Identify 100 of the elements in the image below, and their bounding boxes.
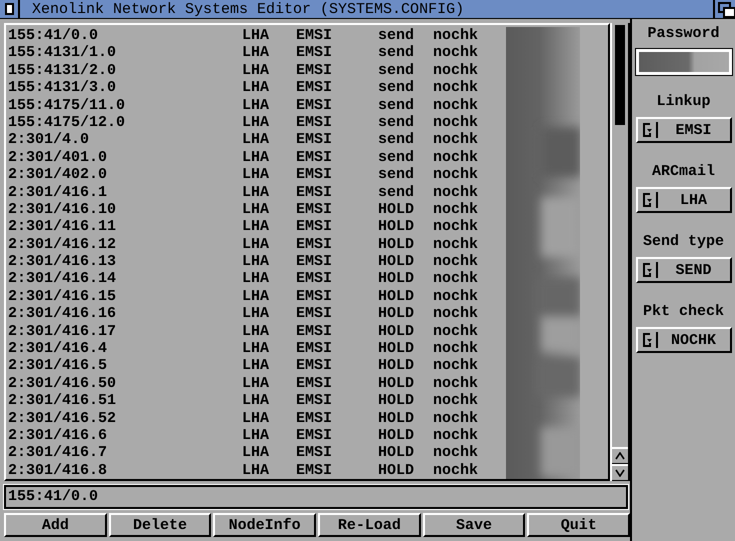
address-cell-text: 2:301/416.1 — [8, 184, 108, 201]
address-cell-text: 155:4131/3.0 — [8, 79, 118, 97]
send-type-cell-text: HOLD — [378, 357, 416, 375]
cycle-button[interactable]: NOCHK — [636, 327, 732, 353]
pkt-check-cell-text: nochk — [433, 218, 480, 236]
linkup-cell-text: EMSI — [296, 340, 334, 358]
send-type-cell-text: HOLD — [378, 462, 416, 480]
pkt-check-cell-text: nochk — [433, 200, 480, 218]
pkt-check-cell-text: nochk — [433, 392, 480, 410]
send-type-cell-text: HOLD — [378, 426, 416, 444]
pkt-check-cell-text: nochk — [433, 114, 480, 132]
address-field[interactable]: 155:41/0.0 — [4, 485, 628, 509]
address-cell-text: 155:4131/1.0 — [8, 44, 118, 62]
send-type-cell-text: HOLD — [378, 392, 416, 410]
arcmail-cell-text: LHA — [242, 236, 270, 254]
linkup-cell-text: EMSI — [296, 410, 334, 427]
address-cell-text: 2:301/416.15 — [8, 288, 118, 306]
arcmail-cell-text: LHA — [242, 374, 270, 392]
action-button[interactable]: Delete — [108, 513, 212, 537]
arcmail-cell-text: LHA — [242, 62, 270, 80]
arcmail-cell-text: LHA — [242, 200, 270, 218]
send-type-cell-text: HOLD — [378, 253, 416, 270]
address-cell-text: 2:301/416.50 — [8, 374, 118, 392]
send-type-cell-text: HOLD — [378, 444, 416, 462]
send-type-cell-text: HOLD — [378, 270, 416, 288]
arcmail-cell-text: LHA — [242, 79, 270, 97]
pkt-check-cell-text: nochk — [433, 253, 480, 270]
address-cell-text: 2:301/416.11 — [8, 218, 118, 236]
scrollbar[interactable] — [610, 23, 630, 481]
address-cell-text: 155:4131/2.0 — [8, 62, 118, 80]
cycle-icon — [642, 262, 652, 278]
cycle-button[interactable]: EMSI — [636, 117, 732, 143]
pkt-check-cell-text: nochk — [433, 44, 480, 62]
cycle-icon — [642, 192, 652, 208]
password-field[interactable] — [636, 49, 732, 75]
pkt-check-cell-text: nochk — [433, 166, 480, 184]
send-type-cell-text: send — [378, 114, 416, 132]
pkt-check-cell-text: nochk — [433, 444, 480, 462]
address-cell-text: 2:301/416.16 — [8, 305, 118, 323]
address-cell-text: 2:301/416.17 — [8, 322, 118, 340]
address-cell-text: 2:301/416.6 — [8, 426, 108, 444]
cycle-label: Linkup — [656, 92, 710, 112]
address-cell-text: 2:301/416.14 — [8, 270, 118, 288]
address-cell-text: 2:301/416.13 — [8, 253, 118, 270]
arcmail-cell-text: LHA — [242, 392, 270, 410]
pkt-check-cell-text: nochk — [433, 270, 480, 288]
pkt-check-cell-text: nochk — [433, 305, 480, 323]
pkt-check-cell-text: nochk — [433, 322, 480, 340]
pkt-check-cell-text: nochk — [433, 357, 480, 375]
arcmail-cell-text: LHA — [242, 166, 270, 184]
pkt-check-cell-text: nochk — [433, 426, 480, 444]
send-type-cell-text: HOLD — [378, 374, 416, 392]
cycle-icon — [642, 122, 652, 138]
send-type-cell-text: HOLD — [378, 236, 416, 254]
action-button[interactable]: Add — [4, 513, 107, 537]
linkup-cell-text: EMSI — [296, 270, 334, 288]
linkup-cell-text: EMSI — [296, 166, 334, 184]
send-type-cell-text: send — [378, 27, 416, 44]
linkup-cell-text: EMSI — [296, 236, 334, 254]
arcmail-cell-text: LHA — [242, 426, 270, 444]
linkup-cell-text: EMSI — [296, 426, 334, 444]
linkup-cell-text: EMSI — [296, 253, 334, 270]
linkup-cell-text: EMSI — [296, 200, 334, 218]
arcmail-cell-text: LHA — [242, 288, 270, 306]
linkup-cell-text: EMSI — [296, 184, 334, 201]
arcmail-cell-text: LHA — [242, 322, 270, 340]
action-button[interactable]: Save — [422, 513, 526, 537]
send-type-cell-text: HOLD — [378, 218, 416, 236]
arcmail-cell-text: LHA — [242, 444, 270, 462]
linkup-cell-text: EMSI — [296, 374, 334, 392]
scroll-thumb[interactable] — [615, 25, 625, 125]
scroll-up-button[interactable] — [612, 447, 628, 464]
send-type-cell-text: send — [378, 184, 416, 201]
window-title: Xenolink Network Systems Editor (SYSTEMS.CONFIG) — [31, 0, 466, 18]
send-type-cell-text: HOLD — [378, 288, 416, 306]
address-cell-text: 155:4175/12.0 — [8, 114, 126, 132]
arcmail-cell-text: LHA — [242, 270, 270, 288]
scroll-down-button[interactable] — [612, 464, 628, 481]
arcmail-cell-text: LHA — [242, 253, 270, 270]
cycle-button[interactable]: SEND — [636, 257, 732, 283]
address-cell-text: 2:301/4.0 — [8, 131, 90, 149]
arcmail-cell-text: LHA — [242, 218, 270, 236]
pkt-check-cell-text: nochk — [433, 236, 480, 254]
action-button[interactable]: Quit — [527, 513, 630, 537]
cycle-label: Pkt check — [642, 302, 724, 322]
node-list[interactable] — [4, 23, 610, 481]
cycle-label: Send type — [642, 232, 724, 252]
linkup-cell-text: EMSI — [296, 288, 334, 306]
action-button[interactable]: NodeInfo — [213, 513, 316, 537]
arcmail-cell-text: LHA — [242, 340, 270, 358]
depth-icon[interactable] — [713, 0, 735, 18]
linkup-cell-text: EMSI — [296, 322, 334, 340]
address-cell-text: 2:301/416.4 — [8, 340, 108, 358]
address-cell-text: 2:301/416.10 — [8, 200, 118, 218]
pkt-check-cell-text: nochk — [433, 79, 480, 97]
linkup-cell-text: EMSI — [296, 305, 334, 323]
cycle-icon — [642, 332, 652, 348]
address-cell-text: 2:301/401.0 — [8, 148, 108, 166]
action-button[interactable]: Re-Load — [318, 513, 421, 537]
cycle-button[interactable]: LHA — [636, 187, 732, 213]
